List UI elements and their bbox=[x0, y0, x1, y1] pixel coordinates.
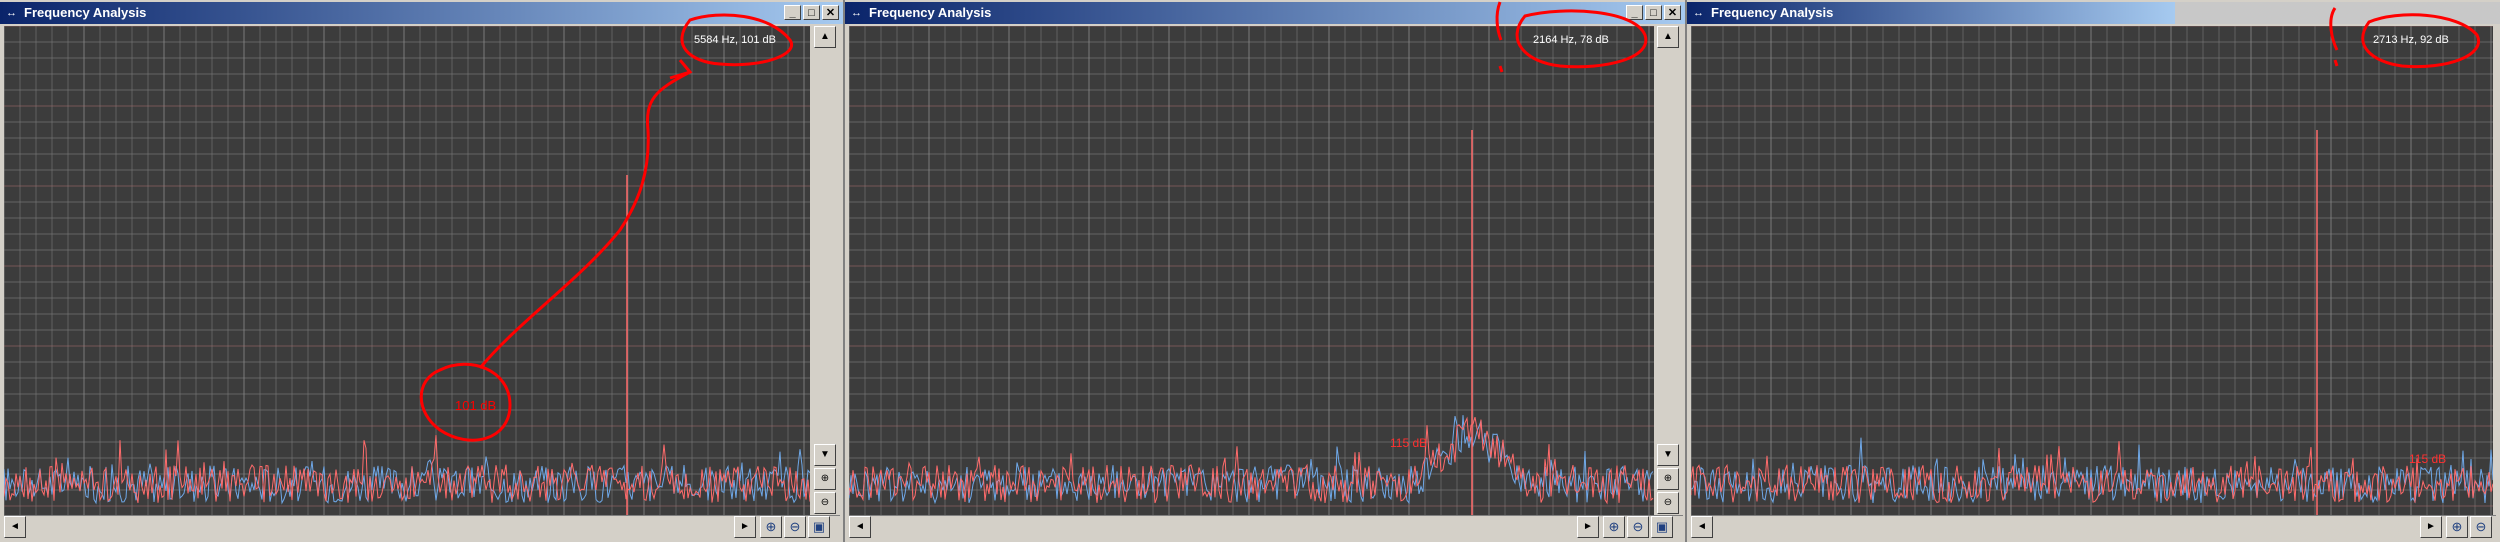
horizontal-scrollbar[interactable]: ◄ ► ⊕ ⊖ ▣ bbox=[4, 515, 840, 538]
resize-arrows-icon: ↔ bbox=[851, 7, 862, 19]
zoom-in-icon: ⊕ bbox=[820, 473, 830, 484]
cursor-readout: 2713 Hz, 92 dB bbox=[2373, 34, 2449, 46]
zoom-fit-icon: ▣ bbox=[1655, 519, 1669, 534]
scroll-left-button[interactable]: ◄ bbox=[4, 516, 26, 538]
frequency-window-1: ↔ Frequency Analysis _ □ ✕ 5584 Hz, 101 … bbox=[0, 0, 845, 542]
zoom-out-vertical-button[interactable]: ⊖ bbox=[814, 492, 836, 514]
cursor-readout: 5584 Hz, 101 dB bbox=[694, 34, 776, 46]
zoom-out-icon: ⊖ bbox=[820, 497, 830, 508]
cursor-readout: 2164 Hz, 78 dB bbox=[1533, 34, 1609, 46]
zoom-out-icon: ⊖ bbox=[2475, 519, 2487, 534]
scroll-down-button[interactable]: ▼ bbox=[1657, 444, 1679, 466]
spectrum-plot[interactable]: 5584 Hz, 101 dB bbox=[4, 26, 810, 515]
noise-trace-red bbox=[1691, 441, 2493, 504]
zoom-in-button[interactable]: ⊕ bbox=[1603, 516, 1625, 538]
title-bar[interactable]: ↔ Frequency Analysis bbox=[1687, 2, 2500, 24]
zoom-in-vertical-button[interactable]: ⊕ bbox=[1657, 468, 1679, 490]
zoom-in-icon: ⊕ bbox=[2451, 519, 2463, 534]
close-icon: ✕ bbox=[1667, 7, 1678, 19]
maximize-icon: □ bbox=[808, 7, 815, 19]
frequency-window-2: ↔ Frequency Analysis _ □ ✕ 2164 Hz, 78 d… bbox=[845, 0, 1687, 542]
vertical-scrollbar[interactable]: ▲ ▼ ⊕ ⊖ bbox=[1655, 26, 1681, 515]
spectrum-plot[interactable]: 2164 Hz, 78 dB bbox=[849, 26, 1654, 515]
zoom-fit-button[interactable]: ▣ bbox=[808, 516, 830, 538]
zoom-out-button[interactable]: ⊖ bbox=[1627, 516, 1649, 538]
scroll-up-button[interactable]: ▲ bbox=[1657, 26, 1679, 48]
title-bar[interactable]: ↔ Frequency Analysis _ □ ✕ bbox=[0, 2, 843, 24]
scroll-left-button[interactable]: ◄ bbox=[1691, 516, 1713, 538]
maximize-icon: □ bbox=[1650, 7, 1657, 19]
zoom-fit-icon: ▣ bbox=[812, 519, 826, 534]
scroll-left-button[interactable]: ◄ bbox=[849, 516, 871, 538]
minimize-icon: _ bbox=[1631, 7, 1638, 19]
scroll-up-button[interactable]: ▲ bbox=[814, 26, 836, 48]
scroll-right-button[interactable]: ► bbox=[2420, 516, 2442, 538]
scroll-down-button[interactable]: ▼ bbox=[814, 444, 836, 466]
maximize-button[interactable]: □ bbox=[1645, 5, 1662, 20]
zoom-out-icon: ⊖ bbox=[789, 519, 801, 534]
zoom-out-button[interactable]: ⊖ bbox=[784, 516, 806, 538]
window-title: Frequency Analysis bbox=[1711, 5, 1834, 20]
zoom-out-button[interactable]: ⊖ bbox=[2470, 516, 2492, 538]
minimize-button[interactable]: _ bbox=[1626, 5, 1643, 20]
frequency-window-3: ↔ Frequency Analysis 2713 Hz, 92 dB ◄ ► … bbox=[1687, 0, 2500, 542]
minimize-icon: _ bbox=[789, 7, 796, 19]
close-button[interactable]: ✕ bbox=[1664, 5, 1681, 20]
zoom-out-icon: ⊖ bbox=[1663, 497, 1673, 508]
zoom-in-icon: ⊕ bbox=[1608, 519, 1620, 534]
window-title: Frequency Analysis bbox=[869, 5, 992, 20]
vertical-scrollbar[interactable]: ▲ ▼ ⊕ ⊖ bbox=[812, 26, 838, 515]
horizontal-scrollbar[interactable]: ◄ ► ⊕ ⊖ ▣ bbox=[849, 515, 1683, 538]
scroll-right-button[interactable]: ► bbox=[734, 516, 756, 538]
zoom-in-icon: ⊕ bbox=[1663, 473, 1673, 484]
resize-arrows-icon: ↔ bbox=[6, 7, 17, 19]
minimize-button[interactable]: _ bbox=[784, 5, 801, 20]
spectrum-svg bbox=[849, 26, 1654, 515]
zoom-out-vertical-button[interactable]: ⊖ bbox=[1657, 492, 1679, 514]
spectrum-plot[interactable]: 2713 Hz, 92 dB bbox=[1691, 26, 2493, 515]
spectrum-svg bbox=[1691, 26, 2493, 515]
zoom-in-button[interactable]: ⊕ bbox=[2446, 516, 2468, 538]
close-button[interactable]: ✕ bbox=[822, 5, 839, 20]
zoom-in-vertical-button[interactable]: ⊕ bbox=[814, 468, 836, 490]
spectrum-svg bbox=[4, 26, 810, 515]
title-bar[interactable]: ↔ Frequency Analysis _ □ ✕ bbox=[845, 2, 1685, 24]
window-title: Frequency Analysis bbox=[24, 5, 147, 20]
horizontal-scrollbar[interactable]: ◄ ► ⊕ ⊖ bbox=[1691, 515, 2496, 538]
zoom-out-icon: ⊖ bbox=[1632, 519, 1644, 534]
scroll-right-button[interactable]: ► bbox=[1577, 516, 1599, 538]
zoom-in-icon: ⊕ bbox=[765, 519, 777, 534]
zoom-in-button[interactable]: ⊕ bbox=[760, 516, 782, 538]
close-icon: ✕ bbox=[825, 7, 836, 19]
maximize-button[interactable]: □ bbox=[803, 5, 820, 20]
noise-trace-red bbox=[4, 435, 810, 503]
zoom-fit-button[interactable]: ▣ bbox=[1651, 516, 1673, 538]
resize-arrows-icon: ↔ bbox=[1693, 7, 1704, 19]
